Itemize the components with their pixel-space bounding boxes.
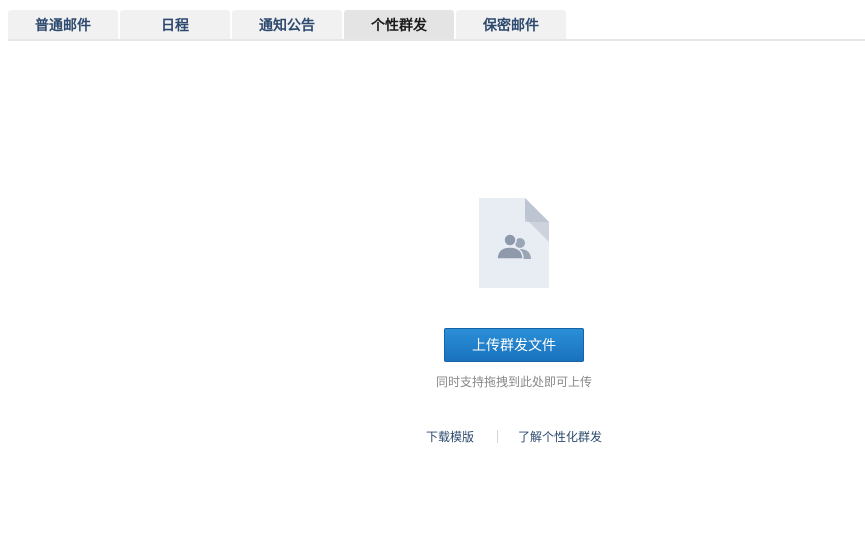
drag-drop-hint: 同时支持拖拽到此处即可上传 xyxy=(435,375,592,389)
tab-calendar[interactable]: 日程 xyxy=(120,10,230,39)
link-divider xyxy=(497,430,498,443)
upload-mass-mail-file-button[interactable]: 上传群发文件 xyxy=(444,328,584,362)
tab-confidential-mail[interactable]: 保密邮件 xyxy=(456,10,566,39)
group-file-icon xyxy=(479,198,549,288)
learn-personalized-mass-mail-link[interactable]: 了解个性化群发 xyxy=(518,428,602,445)
tab-personalized-mass-mail[interactable]: 个性群发 xyxy=(344,10,454,39)
tab-normal-mail[interactable]: 普通邮件 xyxy=(8,10,118,39)
tab-bar: 普通邮件 日程 通知公告 个性群发 保密邮件 xyxy=(8,10,865,41)
tab-announcement[interactable]: 通知公告 xyxy=(232,10,342,39)
download-template-link[interactable]: 下载模版 xyxy=(426,428,474,445)
